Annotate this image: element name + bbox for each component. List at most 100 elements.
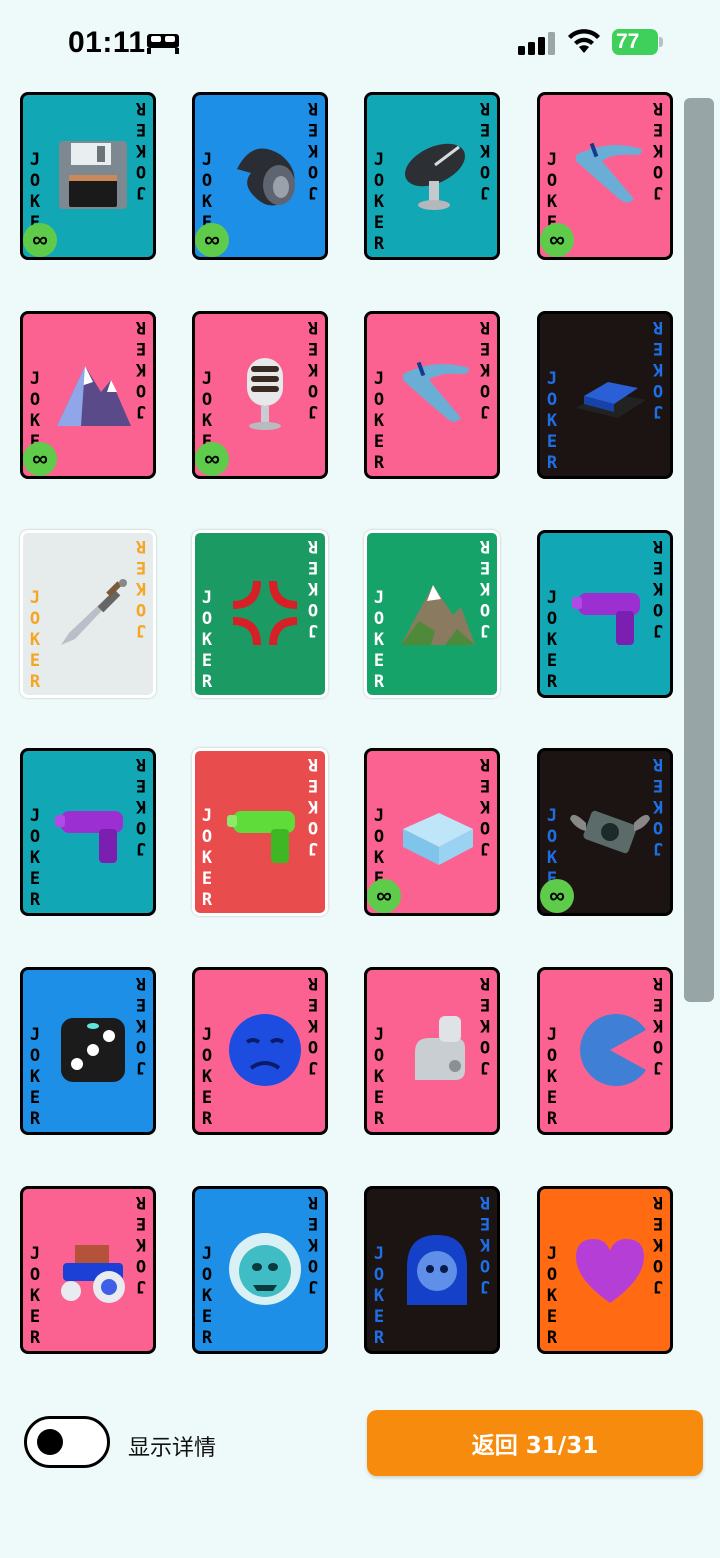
joker-label-inverted: JOKER (307, 1192, 319, 1296)
joker-card[interactable]: JOKER JOKER (20, 748, 156, 916)
joker-label-inverted: JOKER (307, 98, 319, 202)
joker-label-inverted: JOKER (307, 754, 319, 858)
joker-label: JOKER (546, 588, 558, 692)
joker-label: JOKER (29, 1025, 41, 1129)
joker-label: JOKER (373, 588, 385, 692)
joker-label-inverted: JOKER (307, 973, 319, 1077)
dice-icon (51, 998, 135, 1102)
joker-card[interactable]: JOKER JOKER (192, 1186, 328, 1354)
joker-label-inverted: JOKER (307, 536, 319, 640)
joker-label: JOKER (201, 1244, 213, 1348)
joker-card[interactable]: JOKERJOKER∞ (192, 92, 328, 260)
joker-label: JOKER (201, 806, 213, 910)
joker-label-inverted: JOKER (479, 536, 491, 640)
joker-label: JOKER (201, 1025, 213, 1129)
joker-card[interactable]: JOKER JOKER (364, 530, 500, 698)
joker-label-inverted: JOKER (135, 973, 147, 1077)
joker-card[interactable]: JOKERJOKER∞ (537, 748, 673, 916)
snow-mountain-icon (51, 342, 135, 446)
mountain-icon (395, 561, 479, 665)
infinity-badge: ∞ (540, 879, 574, 913)
joker-label: JOKER (373, 150, 385, 254)
water-pistol-purple-icon (51, 779, 135, 883)
joker-label-inverted: JOKER (479, 317, 491, 421)
joker-card[interactable]: JOKER JOKER (192, 530, 328, 698)
joker-label-inverted: JOKER (652, 973, 664, 1077)
water-pistol-purple-icon (568, 561, 652, 665)
card-grid: JOKER JOKER ∞ JOKER JOKER ∞ JOKER JOKER JOKER JOK… (0, 0, 720, 1370)
joker-card[interactable]: JOKERJOKER∞ (20, 92, 156, 260)
joker-label: JOKER (546, 1025, 558, 1129)
back-button[interactable]: 返回 31/31 (367, 1410, 703, 1476)
joker-label-inverted: JOKER (652, 1192, 664, 1296)
joker-label-inverted: JOKER (652, 536, 664, 640)
ogre-mask-icon (223, 1217, 307, 1321)
joker-card[interactable]: JOKER JOKER (192, 967, 328, 1135)
pacman-icon (568, 998, 652, 1102)
joker-label: JOKER (29, 1244, 41, 1348)
joker-card[interactable]: JOKER JOKER (20, 1186, 156, 1354)
show-details-toggle[interactable] (24, 1416, 110, 1468)
show-details-label: 显示详情 (128, 1436, 217, 1461)
joker-label: JOKER (373, 1244, 385, 1348)
floppy-disk-icon (51, 123, 135, 227)
infinity-badge: ∞ (23, 223, 57, 257)
joker-label-inverted: JOKER (135, 754, 147, 858)
joker-label: JOKER (29, 588, 41, 692)
joker-card[interactable]: JOKERJOKER∞ (364, 748, 500, 916)
joker-card[interactable]: JOKERJOKER∞ (537, 92, 673, 260)
joker-label-inverted: JOKER (479, 973, 491, 1077)
joker-label-inverted: JOKER (652, 317, 664, 421)
joker-label: JOKER (373, 369, 385, 473)
mechanical-arm-icon (395, 998, 479, 1102)
joker-label: JOKER (546, 1244, 558, 1348)
butter-icon (568, 342, 652, 446)
joker-card[interactable]: JOKER JOKER (364, 1186, 500, 1354)
spiral-shell-icon (223, 123, 307, 227)
satellite-dish-icon (395, 123, 479, 227)
anger-symbol-icon (223, 561, 307, 665)
joker-card[interactable]: JOKER JOKER (537, 967, 673, 1135)
joker-card[interactable]: JOKER JOKER (364, 967, 500, 1135)
scrollbar[interactable] (684, 98, 714, 1002)
bottom-bar: 显示详情 返回 31/31 (0, 1400, 720, 1490)
joker-label-inverted: JOKER (479, 754, 491, 858)
joker-card[interactable]: JOKER JOKER (20, 967, 156, 1135)
joker-label-inverted: JOKER (135, 317, 147, 421)
joker-label-inverted: JOKER (652, 754, 664, 858)
joker-label-inverted: JOKER (307, 317, 319, 421)
boomerang-icon (568, 123, 652, 227)
joker-card[interactable]: JOKER JOKER (20, 530, 156, 698)
joker-label-inverted: JOKER (135, 98, 147, 202)
joker-card[interactable]: JOKERJOKER∞ (192, 311, 328, 479)
purple-heart-icon (568, 1217, 652, 1321)
toggle-knob (37, 1429, 63, 1455)
joker-card[interactable]: JOKERJOKER∞ (20, 311, 156, 479)
joker-label: JOKER (373, 1025, 385, 1129)
joker-label: JOKER (201, 588, 213, 692)
joker-label-inverted: JOKER (135, 1192, 147, 1296)
joker-card[interactable]: JOKER JOKER (364, 311, 500, 479)
infinity-badge: ∞ (195, 442, 229, 476)
boomerang-icon (395, 342, 479, 446)
joker-label: JOKER (546, 369, 558, 473)
joker-card[interactable]: JOKER JOKER (364, 92, 500, 260)
joker-label-inverted: JOKER (479, 1192, 491, 1296)
joker-card[interactable]: JOKER JOKER (537, 1186, 673, 1354)
infinity-badge: ∞ (540, 223, 574, 257)
money-wings-icon (568, 779, 652, 883)
joker-label-inverted: JOKER (135, 536, 147, 640)
dagger-icon (51, 561, 135, 665)
joker-card[interactable]: JOKER JOKER (192, 748, 328, 916)
water-pistol-green-icon (223, 779, 307, 883)
tractor-icon (51, 1217, 135, 1321)
ice-cube-icon (395, 779, 479, 883)
infinity-badge: ∞ (367, 879, 401, 913)
infinity-badge: ∞ (195, 223, 229, 257)
microphone-icon (223, 342, 307, 446)
joker-card[interactable]: JOKER JOKER (537, 311, 673, 479)
joker-label: JOKER (29, 806, 41, 910)
joker-card[interactable]: JOKER JOKER (537, 530, 673, 698)
joker-label-inverted: JOKER (652, 98, 664, 202)
infinity-badge: ∞ (23, 442, 57, 476)
